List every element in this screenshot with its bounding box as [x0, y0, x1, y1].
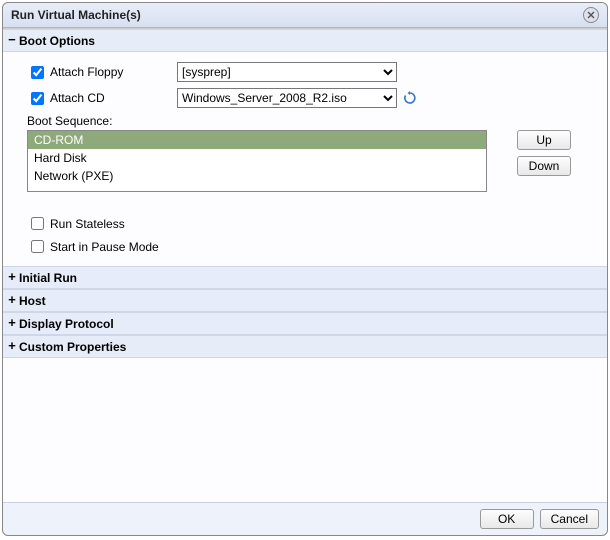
attach-cd-label: Attach CD [50, 91, 105, 105]
section-initial-run-label: Initial Run [19, 271, 77, 285]
attach-floppy-select[interactable]: [sysprep] [177, 62, 397, 82]
attach-floppy-row: Attach Floppy [sysprep] [27, 62, 595, 82]
dialog-footer: OK Cancel [3, 502, 607, 535]
section-display-protocol[interactable]: + Display Protocol [3, 312, 607, 335]
expand-icon: + [7, 293, 17, 308]
boot-sequence-list[interactable]: CD-ROM Hard Disk Network (PXE) [27, 130, 487, 192]
down-button[interactable]: Down [517, 156, 571, 176]
close-icon[interactable] [583, 7, 599, 23]
start-pause-checkbox[interactable] [31, 240, 44, 253]
section-custom-properties-label: Custom Properties [19, 340, 126, 354]
run-stateless-label-wrap[interactable]: Run Stateless [27, 214, 177, 233]
section-display-protocol-label: Display Protocol [19, 317, 114, 331]
run-stateless-checkbox[interactable] [31, 217, 44, 230]
section-boot-options[interactable]: − Boot Options [3, 29, 607, 52]
ok-button[interactable]: OK [480, 509, 534, 529]
start-pause-label-wrap[interactable]: Start in Pause Mode [27, 237, 177, 256]
expand-icon: + [7, 316, 17, 331]
dialog-body: − Boot Options Attach Floppy [sysprep] A… [3, 28, 607, 502]
attach-cd-select[interactable]: Windows_Server_2008_R2.iso [177, 88, 397, 108]
expand-icon: + [7, 270, 17, 285]
section-boot-options-label: Boot Options [19, 34, 95, 48]
empty-area [3, 358, 607, 502]
collapse-icon: − [7, 33, 17, 48]
boot-sequence-row: CD-ROM Hard Disk Network (PXE) Up Down [27, 130, 595, 192]
dialog-title: Run Virtual Machine(s) [11, 8, 141, 22]
section-custom-properties[interactable]: + Custom Properties [3, 335, 607, 358]
section-initial-run[interactable]: + Initial Run [3, 266, 607, 289]
list-item[interactable]: Network (PXE) [28, 167, 486, 185]
attach-cd-row: Attach CD Windows_Server_2008_R2.iso [27, 88, 595, 108]
reorder-buttons: Up Down [517, 130, 571, 176]
section-host[interactable]: + Host [3, 289, 607, 312]
run-stateless-label: Run Stateless [50, 217, 125, 231]
attach-floppy-label: Attach Floppy [50, 65, 123, 79]
list-item[interactable]: CD-ROM [28, 131, 486, 149]
attach-floppy-checkbox[interactable] [31, 66, 44, 79]
titlebar: Run Virtual Machine(s) [3, 3, 607, 28]
attach-cd-checkbox[interactable] [31, 92, 44, 105]
list-item[interactable]: Hard Disk [28, 149, 486, 167]
run-vm-dialog: Run Virtual Machine(s) − Boot Options At… [2, 2, 608, 536]
cancel-button[interactable]: Cancel [540, 509, 599, 529]
attach-cd-label-wrap[interactable]: Attach CD [27, 89, 177, 108]
attach-floppy-label-wrap[interactable]: Attach Floppy [27, 63, 177, 82]
section-host-label: Host [19, 294, 46, 308]
expand-icon: + [7, 339, 17, 354]
boot-sequence-label: Boot Sequence: [27, 114, 595, 128]
misc-checkboxes: Run Stateless Start in Pause Mode [27, 214, 595, 256]
boot-options-body: Attach Floppy [sysprep] Attach CD Window… [3, 52, 607, 266]
refresh-icon[interactable] [403, 91, 417, 105]
up-button[interactable]: Up [517, 130, 571, 150]
start-pause-label: Start in Pause Mode [50, 240, 159, 254]
